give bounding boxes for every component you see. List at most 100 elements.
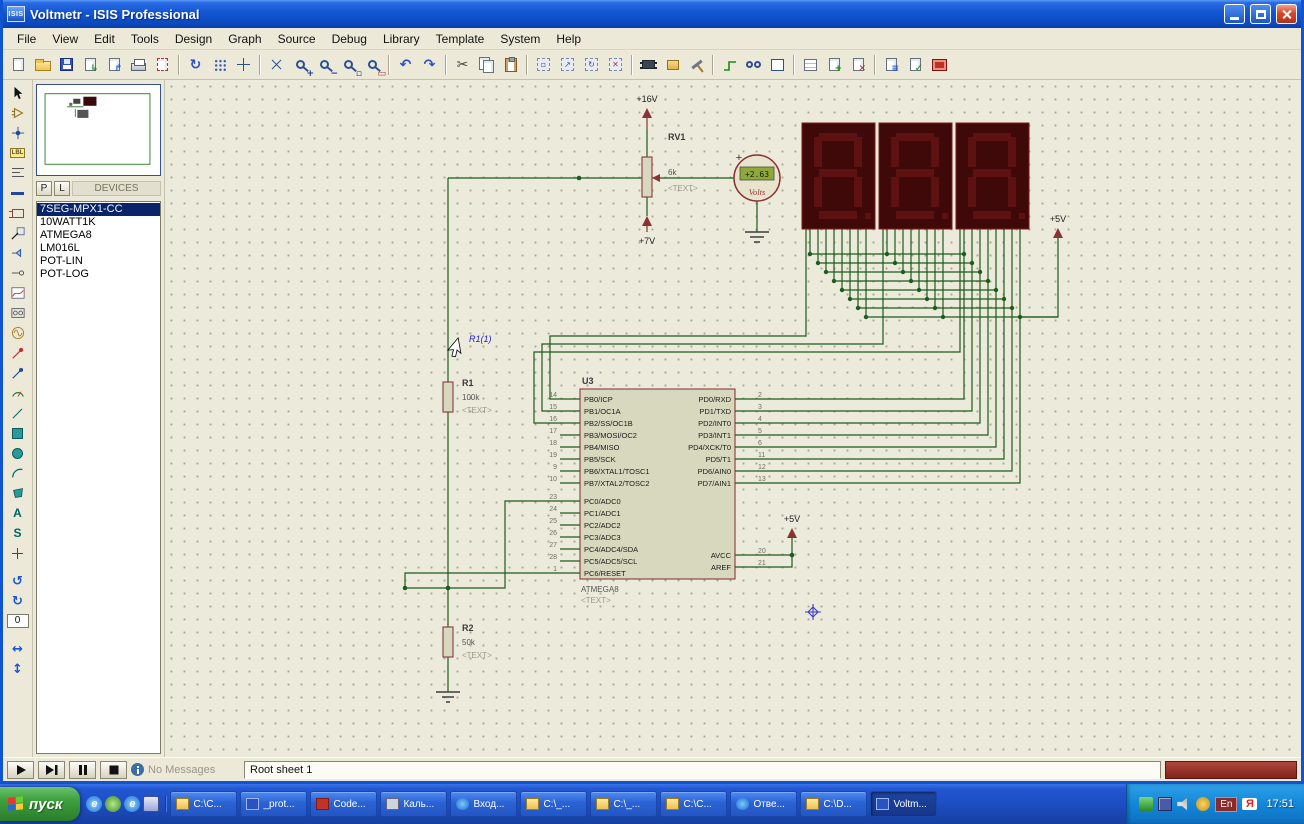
power-16v[interactable]: +16V bbox=[636, 94, 657, 130]
sim-pause-button[interactable] bbox=[69, 761, 96, 779]
power-5v-avcc[interactable]: +5V bbox=[784, 514, 800, 538]
netlist-to-ares-button[interactable] bbox=[928, 53, 951, 76]
menu-system[interactable]: System bbox=[492, 29, 548, 49]
redraw-button[interactable]: ↻ bbox=[184, 53, 207, 76]
power-7v[interactable]: +7V bbox=[639, 216, 655, 246]
device-item-atmega8[interactable]: ATMEGA8 bbox=[37, 229, 160, 242]
start-button[interactable]: пуск bbox=[0, 787, 80, 821]
2d-marker-mode-button[interactable] bbox=[6, 543, 30, 563]
terminal-mode-button[interactable] bbox=[6, 243, 30, 263]
rotation-angle-field[interactable]: 0 bbox=[6, 611, 30, 631]
task-window-5[interactable]: Вход... bbox=[450, 791, 517, 817]
text-script-mode-button[interactable] bbox=[6, 163, 30, 183]
task-window-10[interactable]: C:\D... bbox=[800, 791, 867, 817]
task-window-6[interactable]: C:\_... bbox=[520, 791, 587, 817]
task-window-voltmetr[interactable]: Voltm... bbox=[870, 791, 937, 817]
ground-symbol[interactable] bbox=[745, 232, 769, 242]
resistor-r2[interactable]: R2 50k <TEXT> bbox=[443, 623, 492, 660]
device-item-lm016l[interactable]: LM016L bbox=[37, 242, 160, 255]
zoom-area-button[interactable]: ▭ bbox=[361, 53, 384, 76]
power-5v-right[interactable]: +5V bbox=[1050, 214, 1066, 238]
pan-button[interactable] bbox=[265, 53, 288, 76]
print-button[interactable] bbox=[127, 53, 150, 76]
overview-minimap[interactable] bbox=[36, 84, 161, 176]
internet-explorer-icon[interactable]: e bbox=[86, 796, 102, 812]
device-item-pot-lin[interactable]: POT-LIN bbox=[37, 255, 160, 268]
menu-edit[interactable]: Edit bbox=[86, 29, 123, 49]
property-assignment-button[interactable] bbox=[766, 53, 789, 76]
bus-mode-button[interactable] bbox=[6, 183, 30, 203]
device-pin-mode-button[interactable] bbox=[6, 263, 30, 283]
block-move-button[interactable]: ↗ bbox=[556, 53, 579, 76]
devices-list[interactable]: 7SEG-MPX1-CC 10WATT1K ATMEGA8 LM016L POT… bbox=[36, 201, 161, 754]
ground-symbol[interactable] bbox=[436, 692, 460, 702]
task-window-3[interactable]: Code... bbox=[310, 791, 377, 817]
menu-debug[interactable]: Debug bbox=[324, 29, 375, 49]
wire-label-mode-button[interactable]: LBL bbox=[6, 143, 30, 163]
browser-icon[interactable]: e bbox=[124, 796, 140, 812]
device-item-10watt1k[interactable]: 10WATT1K bbox=[37, 216, 160, 229]
mark-output-area-button[interactable] bbox=[151, 53, 174, 76]
redo-button[interactable]: ↷ bbox=[418, 53, 441, 76]
2d-line-mode-button[interactable] bbox=[6, 403, 30, 423]
maximize-button[interactable] bbox=[1250, 4, 1271, 24]
current-probe-mode-button[interactable] bbox=[6, 363, 30, 383]
sim-step-button[interactable] bbox=[38, 761, 65, 779]
2d-path-mode-button[interactable] bbox=[6, 483, 30, 503]
copy-button[interactable] bbox=[475, 53, 498, 76]
menu-library[interactable]: Library bbox=[375, 29, 428, 49]
junction-dot-mode-button[interactable] bbox=[6, 123, 30, 143]
block-rotate-button[interactable]: ↻ bbox=[580, 53, 603, 76]
titlebar[interactable]: ISIS Voltmetr - ISIS Professional bbox=[3, 0, 1301, 28]
voltmeter[interactable]: +2.63 + Volts bbox=[734, 152, 780, 201]
new-sheet-button[interactable]: + bbox=[823, 53, 846, 76]
task-window-8[interactable]: C:\C... bbox=[660, 791, 727, 817]
search-tag-button[interactable] bbox=[742, 53, 765, 76]
tray-display-icon[interactable] bbox=[1158, 797, 1172, 811]
packaging-tool-button[interactable] bbox=[661, 53, 684, 76]
menu-view[interactable]: View bbox=[44, 29, 86, 49]
task-window-1[interactable]: C:\C... bbox=[170, 791, 237, 817]
seven-seg-display-2[interactable] bbox=[879, 123, 952, 229]
block-copy-button[interactable]: ▫ bbox=[532, 53, 555, 76]
tray-app-icon-green[interactable] bbox=[1139, 797, 1153, 811]
menu-file[interactable]: File bbox=[9, 29, 44, 49]
zoom-all-button[interactable]: ▫ bbox=[337, 53, 360, 76]
decompose-button[interactable] bbox=[685, 53, 708, 76]
export-section-button[interactable]: ↱ bbox=[103, 53, 126, 76]
subcircuit-mode-button[interactable] bbox=[6, 203, 30, 223]
sim-stop-button[interactable] bbox=[100, 761, 127, 779]
show-desktop-icon[interactable] bbox=[143, 796, 159, 812]
generator-mode-button[interactable] bbox=[6, 323, 30, 343]
wire-autorouter-button[interactable] bbox=[718, 53, 741, 76]
new-design-button[interactable] bbox=[7, 53, 30, 76]
task-window-4[interactable]: Каль... bbox=[380, 791, 447, 817]
device-item-pot-log[interactable]: POT-LOG bbox=[37, 268, 160, 281]
menu-graph[interactable]: Graph bbox=[220, 29, 269, 49]
remove-sheet-button[interactable]: ✕ bbox=[847, 53, 870, 76]
bill-of-materials-button[interactable]: ≡ bbox=[880, 53, 903, 76]
task-window-2[interactable]: _prot... bbox=[240, 791, 307, 817]
mcu-atmega8[interactable]: U3 ATMEGA8 <TEXT> 14 15 16 17 18 19 9 10… bbox=[549, 376, 766, 605]
undo-button[interactable]: ↶ bbox=[394, 53, 417, 76]
sim-play-button[interactable] bbox=[7, 761, 34, 779]
device-item-7seg[interactable]: 7SEG-MPX1-CC bbox=[37, 203, 160, 216]
2d-arc-mode-button[interactable] bbox=[6, 463, 30, 483]
tape-recorder-mode-button[interactable] bbox=[6, 303, 30, 323]
speaker-icon[interactable] bbox=[1177, 797, 1191, 811]
menu-source[interactable]: Source bbox=[270, 29, 324, 49]
close-button[interactable] bbox=[1276, 4, 1297, 24]
design-explorer-button[interactable] bbox=[799, 53, 822, 76]
block-delete-button[interactable]: ✕ bbox=[604, 53, 627, 76]
minimize-button[interactable] bbox=[1224, 4, 1245, 24]
library-manager-button[interactable]: L bbox=[54, 181, 70, 196]
wire-net-label[interactable]: R1(1) bbox=[447, 334, 492, 359]
component-mode-button[interactable] bbox=[6, 103, 30, 123]
schematic-canvas[interactable]: +16V +7V +5V +5V bbox=[165, 80, 1301, 757]
menu-template[interactable]: Template bbox=[428, 29, 493, 49]
language-indicator[interactable]: En bbox=[1215, 797, 1237, 812]
electrical-rule-check-button[interactable]: ✓ bbox=[904, 53, 927, 76]
import-section-button[interactable]: ↳ bbox=[79, 53, 102, 76]
resistor-r1[interactable]: R1 100k <TEXT> bbox=[443, 378, 492, 415]
mirror-vertical-button[interactable]: ↕ bbox=[6, 659, 30, 679]
